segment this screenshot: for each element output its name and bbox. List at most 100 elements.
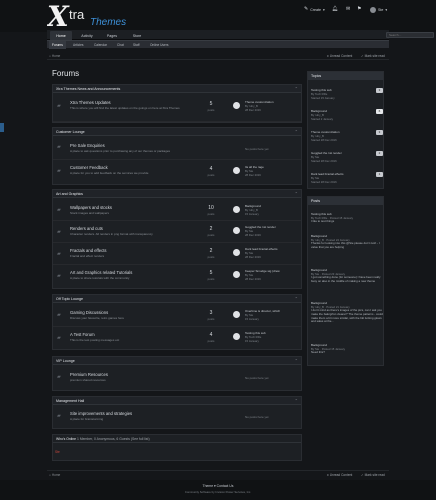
category-header[interactable]: VIP Lounge ⌃ — [53, 357, 301, 365]
post-item[interactable]: Background By Ste · Posted 15 January Ne… — [311, 343, 383, 363]
online-user-link[interactable]: Ste — [55, 450, 60, 454]
topic-item[interactable]: Goggled the 1st render By Ste Started 28… — [311, 151, 383, 169]
subtab-calendar[interactable]: Calendar — [94, 41, 107, 49]
forum-row[interactable]: ▰ Renders and cuts Character renders. Al… — [53, 221, 301, 243]
forum-title[interactable]: Wallpapers and stocks — [70, 205, 112, 210]
forum-row[interactable]: ▰ Pre Sale Enquiries A place to ask ques… — [53, 137, 301, 160]
tab-store[interactable]: Store — [126, 31, 148, 40]
forum-title[interactable]: A Test Forum — [70, 332, 95, 337]
avatar[interactable] — [233, 206, 240, 213]
forum-description: Stock images and wallpapers — [70, 211, 110, 215]
last-post-title[interactable]: Overtime is director, which — [245, 309, 300, 313]
topic-item[interactable]: Theme customization By ruby_B Started 28… — [311, 130, 383, 148]
forum-title[interactable]: Gaming Discussions — [70, 310, 108, 315]
avatar[interactable] — [233, 227, 240, 234]
post-count: 4 — [209, 166, 213, 172]
topic-item[interactable]: Testing this sub By Tech Rifle Started 1… — [311, 88, 383, 106]
forum-icon: ▰ — [57, 144, 61, 150]
chevron-up-icon[interactable]: ⌃ — [295, 398, 298, 403]
chevron-up-icon[interactable]: ⌃ — [295, 296, 298, 301]
topic-item[interactable]: Dark lead Fractal effects By Ste Started… — [311, 172, 383, 188]
site-logo[interactable]: X tra Themes — [47, 3, 147, 29]
forum-title[interactable]: Pre Sale Enquiries — [70, 143, 105, 148]
chevron-up-icon[interactable]: ⌃ — [295, 86, 298, 91]
topic-item[interactable]: Background By ruby_B Started 2 January 6 — [311, 109, 383, 127]
subtab-online-users[interactable]: Online Users — [150, 41, 168, 49]
avatar[interactable] — [233, 271, 240, 278]
category-header[interactable]: Management Hall ⌃ — [53, 397, 301, 405]
forum-icon: ▰ — [57, 229, 61, 235]
flag-icon: ⚑ — [357, 6, 362, 12]
forum-title[interactable]: Xtra Themes Updates — [70, 100, 111, 105]
chevron-up-icon[interactable]: ⌃ — [295, 129, 298, 134]
category-header[interactable]: Xtra Themes News and Announcements ⌃ — [53, 85, 301, 93]
moderation-button[interactable]: ⚑ — [357, 7, 361, 12]
tab-home[interactable]: Home — [50, 31, 72, 40]
last-post-title[interactable]: Its all the rage — [245, 165, 300, 169]
mark-site-read-link[interactable]: ✓ Mark site read — [361, 473, 385, 477]
category-header[interactable]: Customer Lounge ⌃ — [53, 128, 301, 136]
create-label: Create — [310, 7, 321, 12]
forum-title[interactable]: Premium Resources — [70, 372, 108, 377]
post-item[interactable]: Background By ruby_B · Posted 21 January… — [311, 301, 383, 341]
breadcrumb: ⌂ Home ≡ Unread Content ✓ Mark site read — [47, 52, 389, 60]
chevron-up-icon[interactable]: ⌃ — [295, 191, 298, 196]
avatar[interactable] — [233, 102, 240, 109]
category-header[interactable]: Off Topic Lounge ⌃ — [53, 295, 301, 303]
forum-title[interactable]: Fractals and effects — [70, 248, 106, 253]
post-excerpt: Thanks for looking into this @Ste please… — [311, 241, 380, 249]
tab-activity[interactable]: Activity — [76, 31, 98, 40]
footer-links[interactable]: Theme ▾ Contact Us — [0, 484, 436, 488]
forum-row[interactable]: ▰ A Test Forum This is the test posting … — [53, 327, 301, 349]
category-title: VIP Lounge — [56, 359, 75, 363]
forum-row[interactable]: ▰ Customer Feedback A place for you to a… — [53, 160, 301, 184]
unread-content-link[interactable]: ≡ Unread Content — [327, 54, 352, 58]
unread-content-label: Unread Content — [329, 473, 353, 477]
avatar[interactable] — [233, 311, 240, 318]
last-post-title[interactable]: Goggled the 1st render — [245, 225, 300, 229]
subtab-forums[interactable]: Forums — [49, 41, 66, 49]
create-menu[interactable]: ✎ Create ▾ — [304, 7, 325, 12]
post-excerpt: I like to test things — [311, 219, 335, 223]
last-post-title[interactable]: Keeper Smudge sig (drew — [245, 269, 300, 273]
forum-row[interactable]: ▰ Site improvements and strategies A pla… — [53, 406, 301, 428]
subtab-staff[interactable]: Staff — [133, 41, 140, 49]
post-item[interactable]: Background By ruby_B · Posted 24 January… — [311, 234, 383, 260]
breadcrumb-home[interactable]: ⌂ Home — [49, 473, 60, 477]
forum-row[interactable]: ▰ Wallpapers and stocks Stock images and… — [53, 199, 301, 221]
primary-nav: Home Activity Pages Store Search… — [47, 30, 434, 40]
chevron-up-icon[interactable]: ⌃ — [295, 358, 298, 363]
subtab-chat[interactable]: Chat — [117, 41, 124, 49]
forum-row[interactable]: ▰ Art and Graphics related Tutorials A p… — [53, 265, 301, 288]
last-post-title[interactable]: Dark lead Fractal effects — [245, 247, 300, 251]
category-title: Management Hall — [56, 399, 85, 403]
messages-button[interactable]: ✉ — [346, 7, 350, 12]
forum-title[interactable]: Site improvements and strategies — [70, 411, 132, 416]
online-count[interactable]: 1 Member, 0 Anonymous, 6 Guests (See ful… — [77, 437, 150, 441]
category-header[interactable]: Art and Graphics ⌃ — [53, 190, 301, 198]
subtab-articles[interactable]: Articles — [73, 41, 83, 49]
post-item[interactable]: Testing this sub By Tech Rifle · Posted … — [311, 212, 383, 230]
forum-description: A place to ask questions prior to purcha… — [70, 149, 171, 153]
forum-row[interactable]: ▰ Fractals and effects Fractal and effec… — [53, 243, 301, 265]
last-post-date: 15 January — [245, 317, 259, 321]
forum-row[interactable]: ▰ Gaming Discussions Discuss your favour… — [53, 304, 301, 327]
forum-title[interactable]: Renders and cuts — [70, 226, 103, 231]
notifications-button[interactable]: 🔔︎ — [332, 7, 338, 12]
mark-site-read-link[interactable]: ✓ Mark site read — [361, 54, 385, 58]
last-post-date: 15 January — [245, 339, 259, 343]
forum-title[interactable]: Customer Feedback — [70, 165, 108, 170]
side-panel-toggle[interactable] — [0, 123, 4, 132]
user-menu[interactable]: Ste ▾ — [370, 7, 387, 13]
unread-content-link[interactable]: ≡ Unread Content — [327, 473, 352, 477]
breadcrumb-home[interactable]: ⌂ Home — [49, 54, 60, 58]
avatar[interactable] — [233, 249, 240, 256]
forum-row[interactable]: ▰ Xtra Themes Updates This is where you … — [53, 94, 301, 122]
tab-pages[interactable]: Pages — [101, 31, 123, 40]
avatar[interactable] — [233, 167, 240, 174]
avatar[interactable] — [233, 333, 240, 340]
forum-title[interactable]: Art and Graphics related Tutorials — [70, 270, 132, 275]
forum-row[interactable]: ▰ Premium Resources premium shared resou… — [53, 366, 301, 390]
search-input[interactable]: Search… — [386, 32, 434, 38]
post-item[interactable]: Background By Ste · Posted 23 January I … — [311, 268, 383, 298]
